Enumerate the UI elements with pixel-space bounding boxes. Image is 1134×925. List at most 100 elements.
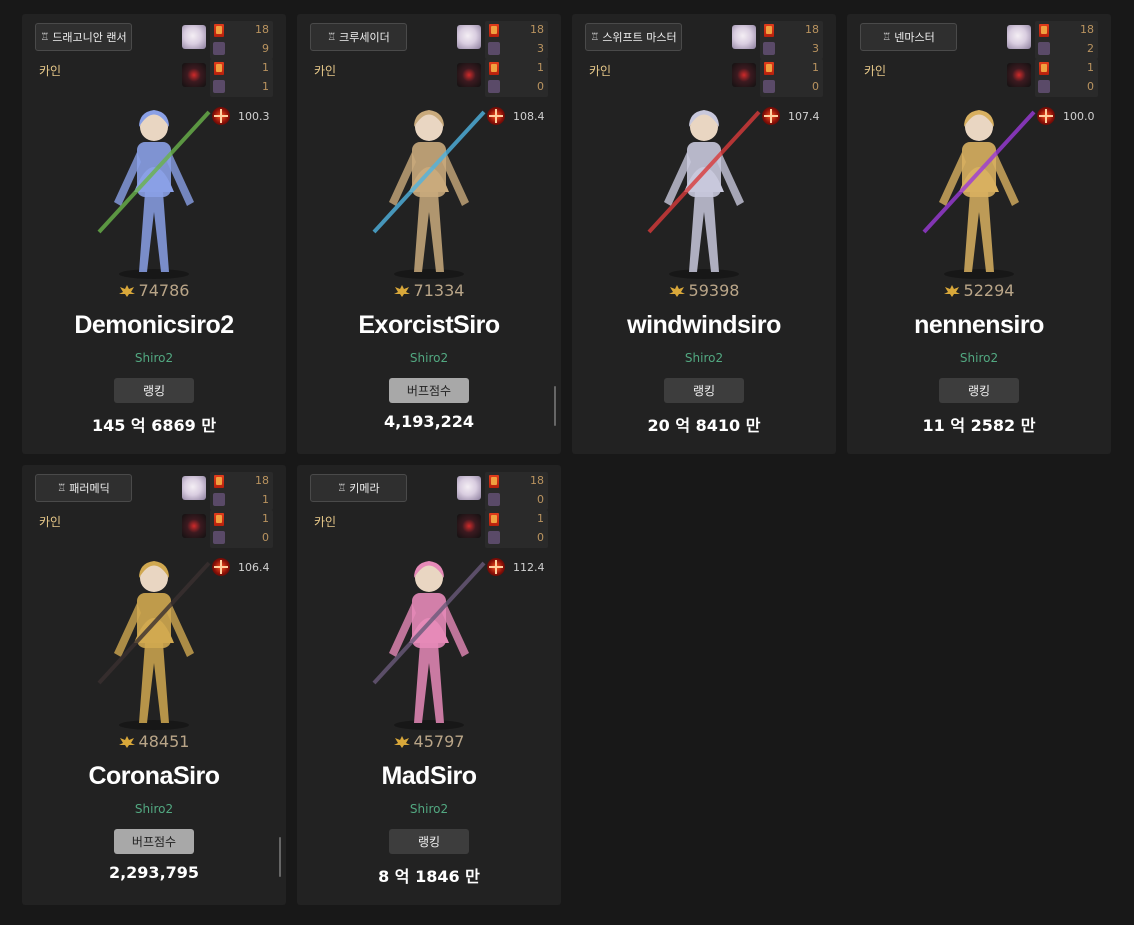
character-card[interactable]: ♖ 키메라 카인 18 0 1 0 112.4 45797 MadSiro Sh… xyxy=(297,465,561,905)
character-name[interactable]: Demonicsiro2 xyxy=(22,311,286,340)
stat-count: 18 xyxy=(255,23,269,36)
character-illustration xyxy=(372,110,486,279)
adventure-name: Shiro2 xyxy=(959,351,999,365)
score-value: 4,193,224 xyxy=(383,412,475,431)
server-name: 카인 xyxy=(864,64,887,78)
fame-crest-icon xyxy=(118,735,135,748)
character-illustration xyxy=(922,110,1036,279)
character-name[interactable]: windwindsiro xyxy=(572,311,836,340)
creature-avatar-icon xyxy=(457,25,481,49)
fame-crest-icon xyxy=(943,284,960,297)
server-name: 카인 xyxy=(589,64,612,78)
stat-count: 1 xyxy=(262,61,269,74)
fame: 48451 xyxy=(22,732,286,751)
ranking-toggle-button[interactable]: 버프점수 xyxy=(114,829,194,854)
scrollbar[interactable] xyxy=(279,837,281,877)
job-class-label: 드래고니안 랜서 xyxy=(52,31,127,44)
job-class-icon: ♖ xyxy=(590,31,600,43)
stat-count: 0 xyxy=(812,80,819,93)
stat-count: 1 xyxy=(262,512,269,525)
score-value: 20 억 8410 만 xyxy=(647,416,761,435)
stat-count: 0 xyxy=(537,80,544,93)
job-class-label: 키메라 xyxy=(349,482,380,495)
character-illustration xyxy=(647,110,761,279)
stat-count: 18 xyxy=(805,23,819,36)
damage-value: 112.4 xyxy=(513,561,545,574)
score-value: 8 억 1846 만 xyxy=(378,867,480,886)
job-class-label: 넨마스터 xyxy=(894,31,935,44)
character-card[interactable]: ♖ 스위프트 마스터 카인 18 3 1 0 107.4 59398 windw… xyxy=(572,14,836,454)
character-thumb-icon xyxy=(1038,42,1050,55)
stat-count: 18 xyxy=(255,474,269,487)
fame: 59398 xyxy=(572,281,836,300)
stat-count: 1 xyxy=(262,80,269,93)
creature-avatar-icon xyxy=(182,25,206,49)
job-class-button[interactable]: ♖ 키메라 xyxy=(310,474,407,502)
character-card[interactable]: ♖ 패러메딕 카인 18 1 1 0 106.4 48451 CoronaSir… xyxy=(22,465,286,905)
server-name: 카인 xyxy=(39,515,62,529)
fame-crest-icon xyxy=(118,284,135,297)
job-class-icon: ♖ xyxy=(337,482,347,494)
fame-value: 74786 xyxy=(138,281,190,300)
fame-crest-icon xyxy=(668,284,685,297)
job-class-label: 패러메딕 xyxy=(69,482,110,495)
creature-avatar-icon xyxy=(182,476,206,500)
fame: 45797 xyxy=(297,732,561,751)
job-class-button[interactable]: ♖ 드래고니안 랜서 xyxy=(35,23,132,51)
job-class-button[interactable]: ♖ 넨마스터 xyxy=(860,23,957,51)
medal-icon xyxy=(1039,24,1049,37)
character-card[interactable]: ♖ 크루세이더 카인 18 3 1 0 108.4 71334 Exorcist… xyxy=(297,14,561,454)
character-illustration xyxy=(372,561,486,730)
medal-icon xyxy=(489,513,499,526)
character-grid: ♖ 드래고니안 랜서 카인 18 9 1 1 100.3 74786 Demon… xyxy=(22,14,1112,906)
scrollbar[interactable] xyxy=(554,386,556,426)
ranking-toggle-button[interactable]: 랭킹 xyxy=(389,829,469,854)
stat-count: 1 xyxy=(537,61,544,74)
job-class-button[interactable]: ♖ 크루세이더 xyxy=(310,23,407,51)
medal-icon xyxy=(214,24,224,37)
stat-count: 0 xyxy=(262,531,269,544)
medal-icon xyxy=(764,62,774,75)
ranking-toggle-button[interactable]: 버프점수 xyxy=(389,378,469,403)
character-name[interactable]: ExorcistSiro xyxy=(297,311,561,340)
character-thumb-icon xyxy=(763,42,775,55)
job-class-button[interactable]: ♖ 스위프트 마스터 xyxy=(585,23,682,51)
fame-value: 59398 xyxy=(688,281,740,300)
stat-count: 9 xyxy=(262,42,269,55)
character-illustration xyxy=(97,561,211,730)
server-name: 카인 xyxy=(314,515,337,529)
medal-icon xyxy=(214,62,224,75)
ranking-toggle-button[interactable]: 랭킹 xyxy=(939,378,1019,403)
stat-count: 2 xyxy=(1087,42,1094,55)
character-thumb-icon xyxy=(213,42,225,55)
stat-count: 1 xyxy=(1087,61,1094,74)
damage-value: 100.3 xyxy=(238,110,270,123)
character-card[interactable]: ♖ 드래고니안 랜서 카인 18 9 1 1 100.3 74786 Demon… xyxy=(22,14,286,454)
stat-count: 1 xyxy=(812,61,819,74)
character-name[interactable]: CoronaSiro xyxy=(22,762,286,791)
ranking-toggle-button[interactable]: 랭킹 xyxy=(664,378,744,403)
ranking-toggle-button[interactable]: 랭킹 xyxy=(114,378,194,403)
fame: 71334 xyxy=(297,281,561,300)
stat-count: 0 xyxy=(537,493,544,506)
fame-value: 48451 xyxy=(138,732,190,751)
stat-count: 1 xyxy=(262,493,269,506)
creature-avatar-icon xyxy=(732,25,756,49)
job-class-icon: ♖ xyxy=(57,482,67,494)
score-value: 2,293,795 xyxy=(108,863,200,882)
job-class-button[interactable]: ♖ 패러메딕 xyxy=(35,474,132,502)
fame: 74786 xyxy=(22,281,286,300)
fame-crest-icon xyxy=(393,735,410,748)
character-name[interactable]: MadSiro xyxy=(297,762,561,791)
character-card[interactable]: ♖ 넨마스터 카인 18 2 1 0 100.0 52294 nennensir… xyxy=(847,14,1111,454)
medal-icon xyxy=(764,24,774,37)
character-thumb-icon xyxy=(488,493,500,506)
job-class-icon: ♖ xyxy=(882,31,892,43)
damage-value: 106.4 xyxy=(238,561,270,574)
job-class-label: 크루세이더 xyxy=(339,31,390,44)
stat-count: 0 xyxy=(1087,80,1094,93)
server-name: 카인 xyxy=(39,64,62,78)
job-class-label: 스위프트 마스터 xyxy=(602,31,677,44)
character-name[interactable]: nennensiro xyxy=(847,311,1111,340)
character-thumb-icon xyxy=(213,493,225,506)
